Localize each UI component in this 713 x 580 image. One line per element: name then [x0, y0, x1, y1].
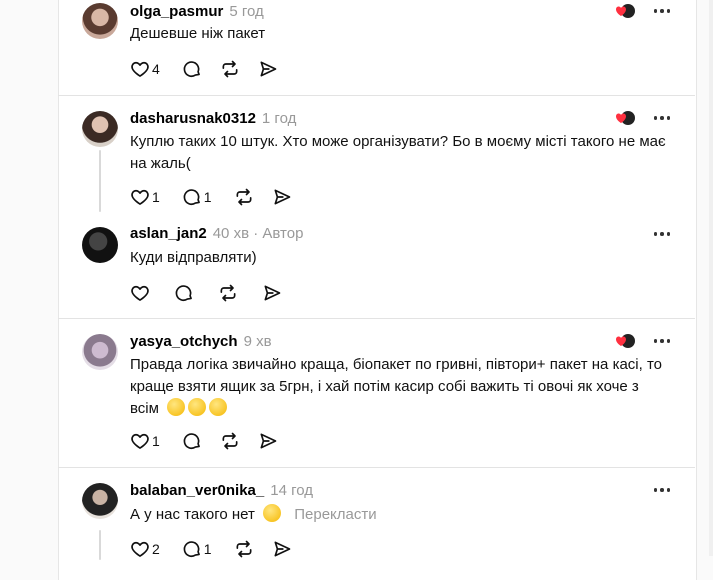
comment-icon	[182, 187, 202, 207]
reply-button[interactable]	[174, 283, 194, 303]
post-text: А у нас такого нет Перекласти	[130, 504, 377, 523]
share-button[interactable]	[262, 283, 282, 303]
repost-button[interactable]	[234, 539, 254, 559]
more-options-icon[interactable]	[652, 229, 672, 239]
username[interactable]: yasya_otchych 9 хв	[130, 333, 272, 350]
comment-icon	[182, 431, 202, 451]
send-icon	[258, 59, 278, 79]
share-button[interactable]	[258, 431, 278, 451]
like-count: 2	[152, 541, 160, 557]
liked-by-author-icon	[614, 3, 635, 19]
heart-icon	[130, 283, 150, 303]
like-button[interactable]: 4	[130, 59, 164, 79]
liked-by-author-icon	[614, 110, 635, 126]
like-count: 1	[152, 433, 160, 449]
post-time: 1 год	[261, 110, 297, 127]
post-actions: 1 1	[130, 185, 310, 209]
divider	[58, 318, 695, 319]
post-text: Правда логіка звичайно краща, біопакет п…	[130, 356, 663, 417]
post-actions: 2 1	[130, 537, 310, 561]
avatar[interactable]	[82, 111, 118, 147]
grinning-face-emoji	[209, 398, 228, 416]
translate-link[interactable]: Перекласти	[294, 506, 376, 523]
post-time: 40 хв	[212, 225, 250, 242]
send-icon	[272, 187, 292, 207]
like-button[interactable]: 1	[130, 431, 164, 451]
heart-icon	[130, 539, 150, 559]
username[interactable]: dasharusnak0312 1 год	[130, 110, 296, 127]
reply-button[interactable]: 1	[182, 539, 216, 559]
more-options-icon[interactable]	[652, 485, 672, 495]
post-actions: 1	[130, 429, 296, 453]
heart-icon	[130, 59, 150, 79]
more-options-icon[interactable]	[652, 113, 672, 123]
repost-button[interactable]	[220, 59, 240, 79]
thread-line	[99, 150, 101, 212]
comment-icon	[182, 539, 202, 559]
comment-icon	[174, 283, 194, 303]
heart-icon	[130, 431, 150, 451]
like-button[interactable]: 2	[130, 539, 164, 559]
post-text: Дешевше ніж пакет	[130, 25, 266, 42]
share-button[interactable]	[258, 59, 278, 79]
username[interactable]: aslan_jan2 40 хв · Автор	[130, 225, 303, 242]
reply-count: 1	[203, 541, 212, 557]
repost-icon	[234, 539, 254, 559]
post-text: Куплю таких 10 штук. Хто може організува…	[130, 133, 666, 172]
like-button[interactable]: 1	[130, 187, 164, 207]
send-icon	[272, 539, 292, 559]
share-button[interactable]	[272, 187, 292, 207]
reply-button[interactable]	[182, 431, 202, 451]
repost-icon	[220, 431, 240, 451]
more-options-icon[interactable]	[652, 336, 672, 346]
repost-icon	[220, 59, 240, 79]
reply-button[interactable]: 1	[182, 187, 216, 207]
avatar[interactable]	[82, 3, 118, 39]
send-icon	[262, 283, 282, 303]
post-time: 14 год	[270, 482, 314, 499]
username[interactable]: olga_pasmur 5 год	[130, 3, 264, 20]
post-time: 9 хв	[243, 333, 272, 350]
avatar[interactable]	[82, 227, 118, 263]
repost-button[interactable]	[234, 187, 254, 207]
repost-button[interactable]	[218, 283, 238, 303]
frowning-face-emoji	[263, 504, 282, 522]
post-actions	[130, 281, 300, 305]
post-actions: 4	[130, 57, 296, 81]
post-time: 5 год	[229, 3, 264, 20]
repost-icon	[218, 283, 238, 303]
laughing-face-emoji	[188, 398, 207, 416]
like-button[interactable]	[130, 283, 150, 303]
divider	[58, 95, 695, 96]
repost-button[interactable]	[220, 431, 240, 451]
like-count: 1	[152, 189, 160, 205]
avatar[interactable]	[82, 334, 118, 370]
reply-count: 1	[203, 189, 212, 205]
reply-button[interactable]	[182, 59, 202, 79]
username[interactable]: balaban_ver0nika_ 14 год	[130, 482, 313, 499]
repost-icon	[234, 187, 254, 207]
comment-icon	[182, 59, 202, 79]
send-icon	[258, 431, 278, 451]
more-options-icon[interactable]	[652, 6, 672, 16]
author-label: · Автор	[253, 225, 304, 242]
heart-icon	[130, 187, 150, 207]
post-text: Куди відправляти)	[130, 249, 257, 266]
tired-face-emoji	[167, 398, 186, 416]
liked-by-author-icon	[614, 333, 635, 349]
like-count: 4	[152, 61, 160, 77]
divider	[58, 467, 695, 468]
scrollbar-track[interactable]	[709, 0, 713, 556]
avatar[interactable]	[82, 483, 118, 519]
share-button[interactable]	[272, 539, 292, 559]
